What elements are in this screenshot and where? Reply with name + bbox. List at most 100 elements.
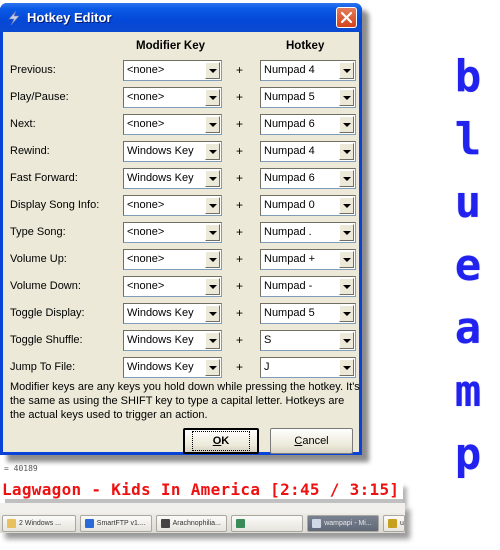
dropdown-arrow-icon[interactable]	[339, 89, 354, 106]
dropdown-arrow-icon[interactable]	[339, 359, 354, 376]
dropdown-arrow-icon[interactable]	[339, 305, 354, 322]
hotkey-select[interactable]: Numpad 6	[260, 168, 356, 189]
accelerator-key: O	[212, 435, 222, 447]
modifier-select[interactable]: Windows Key	[123, 303, 222, 324]
row-label: Next:	[10, 118, 36, 130]
dropdown-arrow-icon[interactable]	[205, 197, 220, 214]
dropdown-arrow-icon[interactable]	[339, 170, 354, 187]
dropdown-arrow-icon[interactable]	[205, 332, 220, 349]
hotkey-row-volume-down: Volume Down: <none> + Numpad -	[3, 276, 359, 298]
dropdown-arrow-icon[interactable]	[339, 143, 354, 160]
modifier-select[interactable]: <none>	[123, 195, 222, 216]
blueamp-logo: b l u e a m p	[448, 55, 488, 496]
dropdown-arrow-icon[interactable]	[205, 170, 220, 187]
modifier-select[interactable]: <none>	[123, 60, 222, 81]
modifier-select[interactable]: <none>	[123, 114, 222, 135]
selected-value: J	[264, 361, 270, 373]
selected-value: Numpad +	[264, 253, 316, 265]
modifier-select[interactable]: Windows Key	[123, 168, 222, 189]
dropdown-arrow-icon[interactable]	[205, 224, 220, 241]
hotkey-select[interactable]: Numpad 5	[260, 303, 356, 324]
dropdown-arrow-icon[interactable]	[339, 332, 354, 349]
taskbar-button-windows[interactable]: 2 Windows ...	[2, 515, 76, 532]
taskbar-button-editor[interactable]: u	[383, 515, 406, 532]
editor-icon	[388, 519, 398, 528]
logo-letter: e	[454, 240, 482, 291]
dropdown-arrow-icon[interactable]	[205, 305, 220, 322]
hotkey-select[interactable]: Numpad 0	[260, 195, 356, 216]
dropdown-arrow-icon[interactable]	[339, 116, 354, 133]
row-label: Play/Pause:	[10, 91, 69, 103]
dropdown-arrow-icon[interactable]	[339, 251, 354, 268]
app-icon	[236, 519, 246, 528]
modifier-select[interactable]: <none>	[123, 249, 222, 270]
hotkey-row-type-song: Type Song: <none> + Numpad .	[3, 222, 359, 244]
logo-letter: p	[454, 429, 482, 480]
taskbar-button-label: 2 Windows ...	[19, 520, 62, 527]
modifier-select[interactable]: <none>	[123, 276, 222, 297]
taskbar-button-wampapi[interactable]: wampapi - Mi...	[307, 515, 380, 532]
taskbar-button-label: u	[400, 520, 404, 527]
plus-sign: +	[236, 144, 244, 158]
background-number: = 40189	[4, 464, 38, 473]
dropdown-arrow-icon[interactable]	[339, 62, 354, 79]
hotkey-select[interactable]: Numpad 4	[260, 141, 356, 162]
modifier-select[interactable]: <none>	[123, 87, 222, 108]
plus-sign: +	[236, 171, 244, 185]
modifier-select[interactable]: <none>	[123, 222, 222, 243]
smartftp-icon	[84, 519, 94, 528]
dropdown-arrow-icon[interactable]	[339, 197, 354, 214]
hotkey-row-fast-forward: Fast Forward: Windows Key + Numpad 6	[3, 168, 359, 190]
hotkey-header: Hotkey	[286, 40, 325, 52]
hotkey-select[interactable]: Numpad 4	[260, 60, 356, 81]
cancel-button-label: Cancel	[294, 435, 328, 447]
selected-value: Numpad 6	[264, 172, 315, 184]
row-label: Fast Forward:	[10, 172, 78, 184]
dropdown-arrow-icon[interactable]	[205, 359, 220, 376]
selected-value: Numpad 5	[264, 307, 315, 319]
hotkey-row-toggle-display: Toggle Display: Windows Key + Numpad 5	[3, 303, 359, 325]
modifier-select[interactable]: Windows Key	[123, 357, 222, 378]
dropdown-arrow-icon[interactable]	[205, 278, 220, 295]
dropdown-arrow-icon[interactable]	[339, 278, 354, 295]
selected-value: Windows Key	[127, 361, 194, 373]
taskbar-button-smartftp[interactable]: SmartFTP v1....	[79, 515, 152, 532]
hotkey-select[interactable]: Numpad 5	[260, 87, 356, 108]
selected-value: Numpad .	[264, 226, 312, 238]
taskbar-button-label: SmartFTP v1....	[96, 520, 146, 527]
taskbar-button-arachnophilia[interactable]: Arachnophilia...	[155, 515, 228, 532]
hotkey-select[interactable]: Numpad .	[260, 222, 356, 243]
selected-value: Numpad 0	[264, 199, 315, 211]
row-label: Type Song:	[10, 226, 66, 238]
plus-sign: +	[236, 198, 244, 212]
hotkey-select[interactable]: J	[260, 357, 356, 378]
hotkey-select[interactable]: Numpad +	[260, 249, 356, 270]
hotkey-row-rewind: Rewind: Windows Key + Numpad 4	[3, 141, 359, 163]
taskbar-button-app[interactable]	[231, 515, 304, 532]
dropdown-arrow-icon[interactable]	[205, 89, 220, 106]
cancel-button[interactable]: Cancel	[270, 428, 353, 454]
modifier-select[interactable]: Windows Key	[123, 141, 222, 162]
dropdown-arrow-icon[interactable]	[205, 143, 220, 160]
plus-sign: +	[236, 63, 244, 77]
hotkey-select[interactable]: S	[260, 330, 356, 351]
ok-button[interactable]: OK	[183, 428, 259, 454]
selected-value: Numpad 6	[264, 118, 315, 130]
close-button[interactable]	[336, 7, 357, 28]
hotkey-row-previous: Previous: <none> + Numpad 4	[3, 60, 359, 82]
dropdown-arrow-icon[interactable]	[339, 224, 354, 241]
taskbar-button-label: wampapi - Mi...	[324, 520, 372, 527]
plus-sign: +	[236, 90, 244, 104]
plus-sign: +	[236, 252, 244, 266]
dropdown-arrow-icon[interactable]	[205, 62, 220, 79]
dropdown-arrow-icon[interactable]	[205, 116, 220, 133]
dropdown-arrow-icon[interactable]	[205, 251, 220, 268]
modifier-select[interactable]: Windows Key	[123, 330, 222, 351]
logo-letter: m	[454, 366, 482, 417]
selected-value: <none>	[127, 64, 165, 76]
hotkey-select[interactable]: Numpad -	[260, 276, 356, 297]
hotkey-row-play-pause: Play/Pause: <none> + Numpad 5	[3, 87, 359, 109]
row-label: Toggle Shuffle:	[10, 334, 83, 346]
title-bar[interactable]: Hotkey Editor	[0, 3, 362, 32]
hotkey-select[interactable]: Numpad 6	[260, 114, 356, 135]
